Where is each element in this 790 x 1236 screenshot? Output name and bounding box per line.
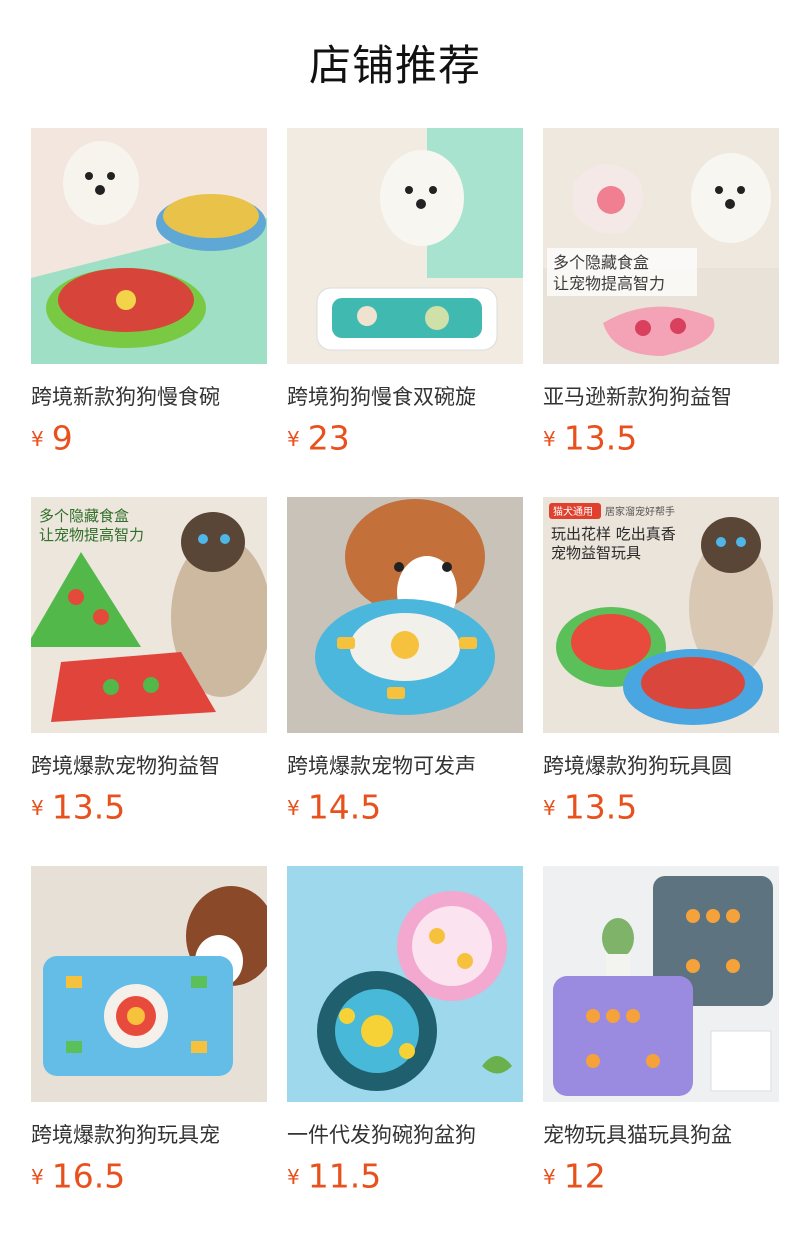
product-card[interactable]: 一件代发狗碗狗盆狗 ¥11.5 [287,866,523,1196]
dog-slow-feeder-bowl-photo[interactable] [31,128,267,364]
price-value: 9 [51,418,73,458]
product-title[interactable]: 跨境爆款宠物可发声 [287,751,523,781]
round-puzzle-plates-photo[interactable] [287,866,523,1102]
currency-symbol: ¥ [287,795,300,820]
price-value: 14.5 [307,787,382,827]
product-title[interactable]: 宠物玩具猫玩具狗盆 [543,1120,779,1150]
price-value: 11.5 [307,1156,382,1196]
product-price: ¥12 [543,1156,606,1196]
currency-symbol: ¥ [543,1164,556,1189]
corgi-round-puzzle-photo[interactable] [287,497,523,733]
product-price: ¥23 [287,418,350,458]
price-value: 13.5 [563,787,638,827]
currency-symbol: ¥ [31,426,44,451]
product-title[interactable]: 跨境新款狗狗慢食碗 [31,382,267,412]
image-overlay-line: 让宠物提高智力 [39,526,144,544]
product-price: ¥9 [31,418,73,458]
image-overlay-line: 多个隐藏食盒 [39,507,129,525]
currency-symbol: ¥ [31,1164,44,1189]
price-value: 23 [307,418,350,458]
currency-symbol: ¥ [31,795,44,820]
image-tag: 居家溜宠好帮手 [605,505,675,518]
currency-symbol: ¥ [543,795,556,820]
dog-puzzle-toy-photo[interactable]: 多个隐藏食盒 让宠物提高智力 [543,128,779,364]
product-price: ¥16.5 [31,1156,125,1196]
product-card[interactable]: 跨境爆款宠物可发声 ¥14.5 [287,497,523,827]
product-card[interactable]: 跨境爆款狗狗玩具宠 ¥16.5 [31,866,267,1196]
image-overlay-line: 多个隐藏食盒 [553,253,649,272]
product-title[interactable]: 一件代发狗碗狗盆狗 [287,1120,523,1150]
square-puzzle-boards-photo[interactable] [543,866,779,1102]
product-price: ¥13.5 [31,787,125,827]
image-overlay-line: 玩出花样 吃出真香 [551,525,676,543]
image-overlay-line: 让宠物提高智力 [553,274,665,293]
product-card[interactable]: 宠物玩具猫玩具狗盆 ¥12 [543,866,779,1196]
price-value: 13.5 [563,418,638,458]
product-card[interactable]: 多个隐藏食盒 让宠物提高智力 跨境爆款宠物狗益智 ¥13.5 [31,497,267,827]
price-value: 12 [563,1156,606,1196]
currency-symbol: ¥ [287,1164,300,1189]
product-title[interactable]: 跨境爆款狗狗玩具宠 [31,1120,267,1150]
image-tag: 猫犬通用 [553,505,593,518]
dog-double-slow-bowl-photo[interactable] [287,128,523,364]
product-card[interactable]: 猫犬通用 居家溜宠好帮手 玩出花样 吃出真香 宠物益智玩具 跨境爆款狗狗玩具圆 … [543,497,779,827]
product-price: ¥11.5 [287,1156,381,1196]
product-price: ¥13.5 [543,787,637,827]
cat-round-puzzle-photo[interactable]: 猫犬通用 居家溜宠好帮手 玩出花样 吃出真香 宠物益智玩具 [543,497,779,733]
price-value: 13.5 [51,787,126,827]
currency-symbol: ¥ [543,426,556,451]
product-title[interactable]: 跨境狗狗慢食双碗旋 [287,382,523,412]
product-card[interactable]: 跨境新款狗狗慢食碗 ¥9 [31,128,267,458]
product-price: ¥13.5 [543,418,637,458]
dog-rect-puzzle-photo[interactable] [31,866,267,1102]
product-card[interactable]: 跨境狗狗慢食双碗旋 ¥23 [287,128,523,458]
page-title: 店铺推荐 [308,41,481,90]
product-title[interactable]: 亚马逊新款狗狗益智 [543,382,779,412]
product-card[interactable]: 多个隐藏食盒 让宠物提高智力 亚马逊新款狗狗益智 ¥13.5 [543,128,779,458]
product-price: ¥14.5 [287,787,381,827]
cat-tree-puzzle-photo[interactable]: 多个隐藏食盒 让宠物提高智力 [31,497,267,733]
price-value: 16.5 [51,1156,126,1196]
image-overlay-line: 宠物益智玩具 [551,544,641,562]
product-title[interactable]: 跨境爆款宠物狗益智 [31,751,267,781]
product-title[interactable]: 跨境爆款狗狗玩具圆 [543,751,779,781]
currency-symbol: ¥ [287,426,300,451]
